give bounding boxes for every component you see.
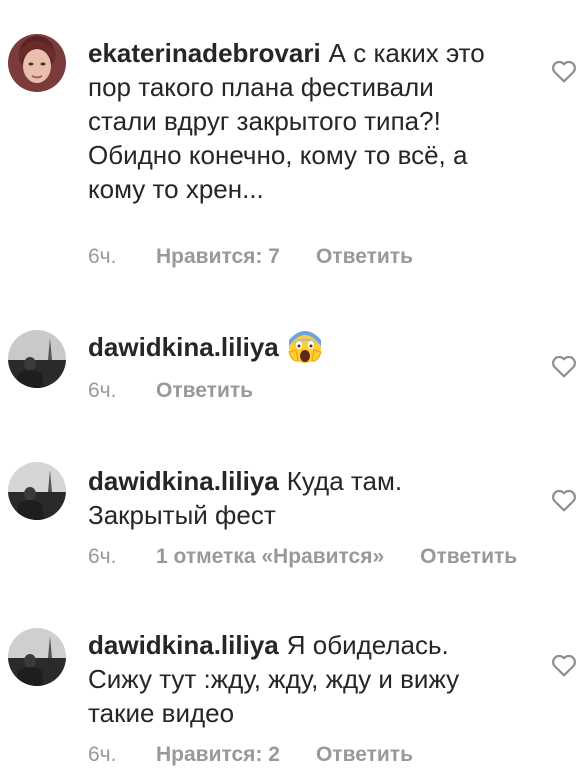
avatar[interactable] (8, 34, 66, 92)
avatar[interactable] (8, 628, 66, 686)
comment-body: ekaterinadebrovari А с каких это пор тако… (88, 36, 498, 206)
comment-body: dawidkina.liliya (88, 328, 498, 364)
comment-meta: 6ч. Нравится: 7 Ответить (88, 245, 413, 269)
comment-time: 6ч. (88, 245, 117, 268)
comment-username[interactable]: dawidkina.liliya (88, 630, 279, 660)
comment-body: dawidkina.liliya Я обиделась. Сижу тут :ж… (88, 628, 498, 730)
avatar[interactable] (8, 330, 66, 388)
reply-button[interactable]: Ответить (316, 743, 413, 767)
screaming-face-emoji-icon (287, 328, 323, 364)
like-heart-icon[interactable] (551, 354, 577, 378)
comment-body: dawidkina.liliya Куда там. Закрытый фест (88, 464, 498, 532)
comment-meta: 6ч. 1 отметка «Нравится» Ответить (88, 545, 517, 569)
comment-likes[interactable]: Нравится: 7 (156, 245, 280, 269)
comment-time: 6ч. (88, 379, 117, 402)
comment-likes[interactable]: 1 отметка «Нравится» (156, 545, 384, 569)
comment-time: 6ч. (88, 545, 117, 568)
comment-username[interactable]: dawidkina.liliya (88, 332, 279, 362)
like-heart-icon[interactable] (551, 653, 577, 677)
comment-username[interactable]: ekaterinadebrovari (88, 38, 321, 68)
comment-time: 6ч. (88, 743, 117, 766)
comment-meta: 6ч. Нравится: 2 Ответить (88, 743, 413, 767)
comment-username[interactable]: dawidkina.liliya (88, 466, 279, 496)
reply-button[interactable]: Ответить (156, 379, 253, 403)
avatar[interactable] (8, 462, 66, 520)
comment-meta: 6ч. Ответить (88, 379, 253, 403)
reply-button[interactable]: Ответить (420, 545, 517, 569)
reply-button[interactable]: Ответить (316, 245, 413, 269)
like-heart-icon[interactable] (551, 59, 577, 83)
comment-likes[interactable]: Нравится: 2 (156, 743, 280, 767)
like-heart-icon[interactable] (551, 488, 577, 512)
